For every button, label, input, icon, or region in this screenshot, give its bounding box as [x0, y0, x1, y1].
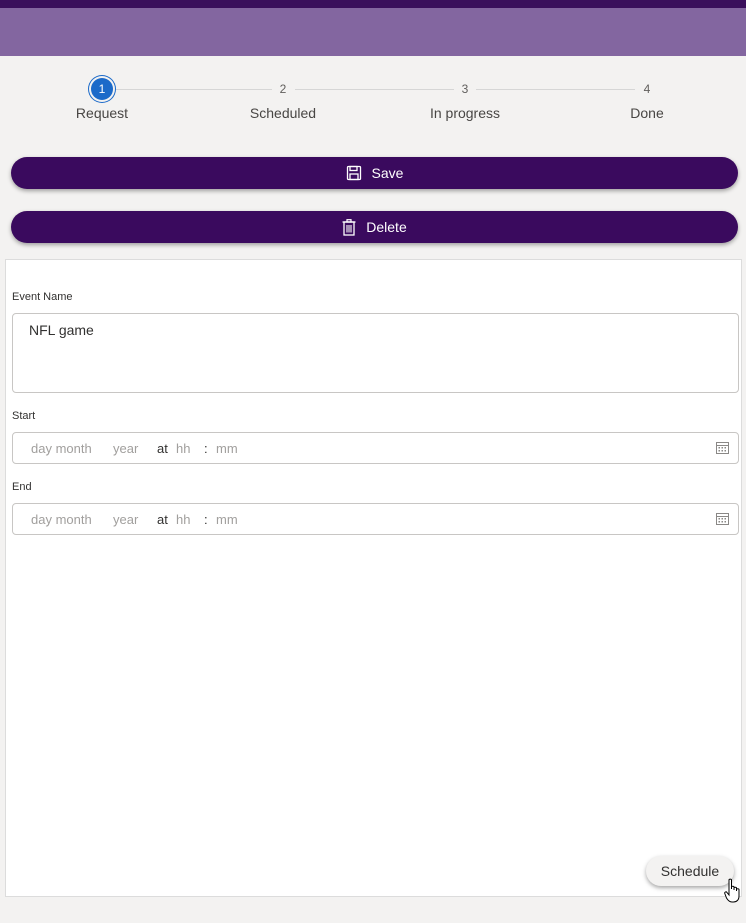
- step-label: Request: [75, 105, 129, 121]
- step-request[interactable]: 1 Request: [37, 78, 167, 121]
- step-label: Done: [630, 105, 664, 121]
- event-name-label: Event Name: [12, 291, 73, 303]
- start-day-month[interactable]: day month: [31, 441, 92, 456]
- end-at: at: [157, 512, 168, 527]
- end-hour[interactable]: hh: [176, 512, 190, 527]
- step-number: 1: [91, 78, 113, 100]
- end-datetime-input[interactable]: day month year at hh : mm: [12, 503, 739, 535]
- start-time-separator: :: [204, 441, 208, 456]
- start-at: at: [157, 441, 168, 456]
- schedule-button[interactable]: Schedule: [646, 856, 734, 886]
- step-number: 4: [636, 78, 658, 100]
- step-label: In progress: [429, 105, 501, 121]
- calendar-icon[interactable]: [716, 442, 729, 454]
- save-icon: [346, 165, 361, 181]
- calendar-icon[interactable]: [716, 513, 729, 525]
- end-time-separator: :: [204, 512, 208, 527]
- step-number: 2: [272, 78, 294, 100]
- header-band: [0, 8, 746, 56]
- end-day-month[interactable]: day month: [31, 512, 92, 527]
- event-name-field[interactable]: NFL game: [12, 313, 739, 393]
- hand-cursor-icon: [724, 878, 740, 903]
- event-form-panel: Event Name NFL game Start day month year…: [5, 259, 742, 897]
- end-minute[interactable]: mm: [216, 512, 238, 527]
- step-label: Scheduled: [249, 105, 317, 121]
- trash-icon: [342, 218, 356, 236]
- end-year[interactable]: year: [113, 512, 138, 527]
- end-label: End: [12, 481, 32, 493]
- progress-stepper: 1 Request 2 Scheduled 3 In progress 4 Do…: [0, 78, 746, 128]
- step-number: 3: [454, 78, 476, 100]
- start-datetime-input[interactable]: day month year at hh : mm: [12, 432, 739, 464]
- start-hour[interactable]: hh: [176, 441, 190, 456]
- top-bar: [0, 0, 746, 8]
- delete-button[interactable]: Delete: [11, 211, 738, 243]
- step-in-progress[interactable]: 3 In progress: [400, 78, 530, 121]
- save-button[interactable]: Save: [11, 157, 738, 189]
- delete-label: Delete: [366, 219, 407, 235]
- start-minute[interactable]: mm: [216, 441, 238, 456]
- step-done[interactable]: 4 Done: [582, 78, 712, 121]
- step-scheduled[interactable]: 2 Scheduled: [218, 78, 348, 121]
- start-year[interactable]: year: [113, 441, 138, 456]
- save-label: Save: [371, 165, 404, 181]
- start-label: Start: [12, 410, 36, 422]
